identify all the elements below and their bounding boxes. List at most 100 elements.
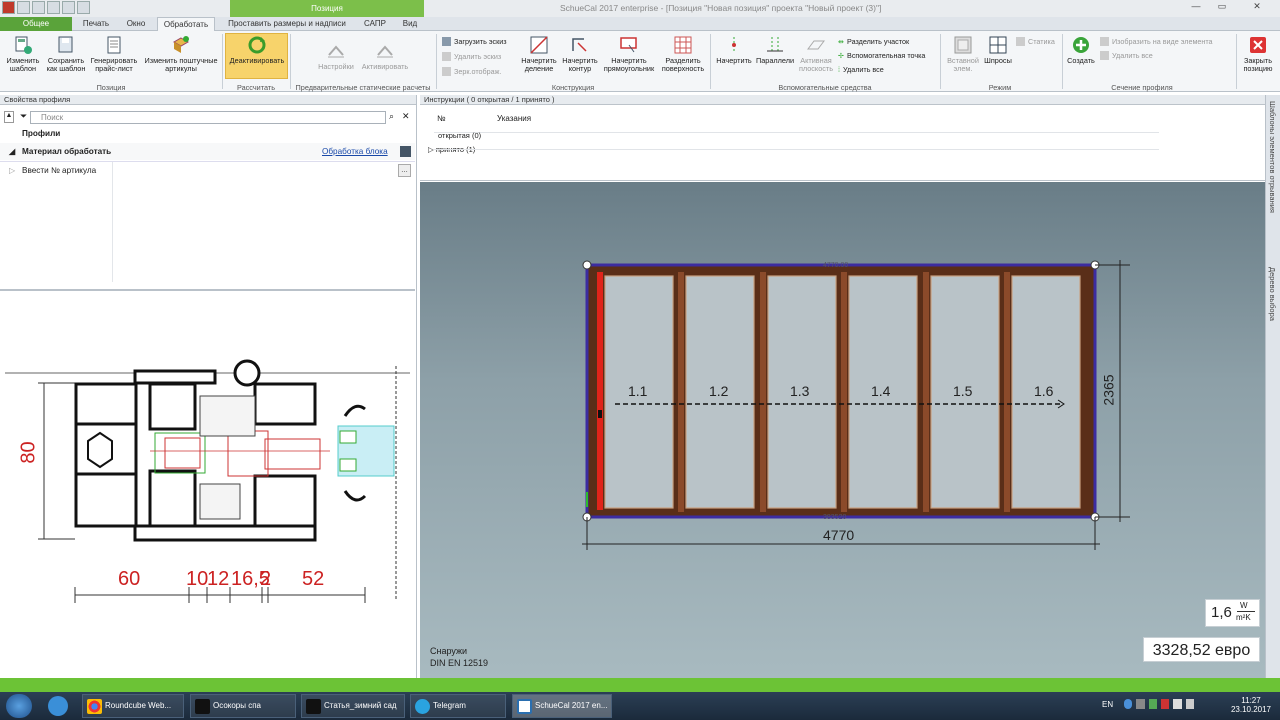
language-indicator[interactable]: EN [1102, 700, 1113, 709]
close-window-button[interactable]: ✕ [1236, 0, 1278, 12]
undo-icon[interactable] [32, 1, 45, 14]
height-dimension-canvas[interactable]: 2365 [1101, 374, 1117, 405]
delete-all-sections-button[interactable]: Удалить все [1100, 51, 1153, 60]
dropdown-icon[interactable] [77, 1, 90, 14]
delete-aux-icon: ⁞ [838, 65, 840, 74]
clock[interactable]: 11:27 23.10.2017 [1226, 696, 1276, 714]
block-icon[interactable] [400, 146, 411, 157]
settings-button[interactable]: Настройки [312, 41, 360, 71]
aux-point-button[interactable]: ✢ Вспомогательная точка [838, 51, 925, 60]
top-frame-label: 4770.00 [823, 262, 849, 269]
profiles-header: Профили [22, 129, 61, 138]
app-icon[interactable] [2, 1, 15, 14]
panel-label-4[interactable]: 1.4 [871, 383, 890, 399]
change-template-button[interactable]: Изменить шаблон [4, 35, 42, 73]
save-icon[interactable] [17, 1, 30, 14]
search-input[interactable]: Поиск [30, 111, 386, 124]
expand-article-icon[interactable]: ▷ [9, 162, 15, 179]
change-items-button[interactable]: Изменить поштучные артикулы [142, 35, 220, 73]
ie-icon[interactable] [48, 696, 68, 716]
divide-icon: ⇹ [838, 37, 845, 46]
load-sketch-button[interactable]: Загрузить эскиз [442, 37, 507, 46]
activate-button[interactable]: Активировать [358, 41, 412, 71]
network-icon[interactable] [1173, 699, 1182, 709]
close-position-button[interactable]: Закрыть позицию [1238, 35, 1278, 73]
parallel-button[interactable]: Параллели [754, 35, 796, 65]
draw-division-button[interactable]: Начертить деление [518, 35, 560, 73]
shprosy-button[interactable]: Шпросы [980, 35, 1016, 65]
taskbar-item-osokory[interactable]: Осокоры спа [190, 694, 296, 718]
tab-cad[interactable]: САПР [358, 17, 392, 31]
draw-contour-button[interactable]: Начертить контур [560, 35, 600, 73]
tray-icon-4[interactable] [1160, 699, 1170, 709]
tray-icon-2[interactable] [1136, 699, 1145, 709]
status-bar [0, 678, 1280, 692]
create-button[interactable]: Создать [1064, 35, 1098, 65]
template-icon [15, 36, 32, 54]
filter-icon[interactable]: ⏷ [20, 111, 27, 122]
sidebar-tab-templates[interactable]: Шаблоны элементов отрывания [1268, 101, 1277, 251]
expand-icon[interactable]: ◢ [9, 143, 15, 160]
taskbar-item-telegram[interactable]: Telegram [410, 694, 506, 718]
drawing-canvas[interactable]: 1.1 1.2 1.3 1.4 1.5 1.6 4770.00 383520 4… [420, 182, 1265, 680]
panel-label-2[interactable]: 1.2 [709, 383, 728, 399]
muntin-icon [989, 36, 1007, 54]
insert-elem-button[interactable]: Вставной элем. [944, 35, 982, 73]
save-template-button[interactable]: Сохранить как шаблон [44, 35, 88, 73]
volume-icon[interactable] [1185, 699, 1194, 709]
clear-search-icon[interactable]: ✕ [402, 111, 410, 122]
search-icon[interactable]: ⌕ [389, 111, 394, 122]
tray-icon-1[interactable] [1124, 699, 1133, 709]
start-button[interactable] [6, 694, 32, 718]
delete-all-aux-button[interactable]: ⁞ Удалить все [838, 65, 884, 74]
profile-section-svg [5, 359, 410, 603]
tab-process[interactable]: Обработать [157, 17, 215, 32]
delete-sketch-button[interactable]: Удалить эскиз [442, 52, 501, 61]
tab-print[interactable]: Печать [76, 17, 116, 31]
tab-view[interactable]: Вид [396, 17, 424, 31]
statika-button[interactable]: Статика [1016, 37, 1055, 46]
delete-sketch-icon [442, 52, 451, 61]
redo-icon[interactable] [47, 1, 60, 14]
sidebar-tab-tree[interactable]: Дерево выбора [1268, 267, 1277, 357]
divide-surface-button[interactable]: Разделить поверхность [658, 35, 708, 73]
window-title: SchueCal 2017 enterprise - [Позиция "Нов… [560, 3, 882, 13]
width-dimension[interactable]: 4770 [823, 527, 854, 543]
draw-division-icon [530, 36, 548, 54]
taskbar-item-article[interactable]: Статья_зимний сад [301, 694, 405, 718]
window-elevation-svg [582, 260, 1130, 550]
statika-icon [1016, 37, 1025, 46]
draw-rect-button[interactable]: Начертить прямоугольник [600, 35, 658, 73]
bottom-frame-label: 383520 [823, 514, 847, 521]
plane-icon [807, 40, 825, 50]
active-plane-button[interactable]: Активная плоскость [796, 35, 836, 73]
print-icon[interactable] [62, 1, 75, 14]
panel-label-6[interactable]: 1.6 [1034, 383, 1053, 399]
show-as-element-button[interactable]: Изобразить на виде элемента [1100, 37, 1213, 46]
panel-label-5[interactable]: 1.5 [953, 383, 972, 399]
minimize-button[interactable]: — [1184, 0, 1208, 12]
tray-icon-3[interactable] [1148, 699, 1157, 709]
tab-window[interactable]: Окно [118, 17, 154, 31]
panel-label-1[interactable]: 1.1 [628, 383, 647, 399]
taskbar-item-roundcube[interactable]: Roundcube Web... [82, 694, 184, 718]
generate-pricelist-button[interactable]: Генерировать прайс-лист [88, 35, 140, 73]
tab-general[interactable]: Общее [0, 17, 72, 31]
parallel-icon [767, 37, 783, 53]
divide-section-button[interactable]: ⇹ Разделить участок [838, 37, 909, 46]
block-processing-link[interactable]: Обработка блока [322, 143, 388, 160]
article-row[interactable]: ▷ Ввести № артикула … [0, 161, 415, 282]
panel-label-3[interactable]: 1.3 [790, 383, 809, 399]
tab-dimensions[interactable]: Проставить размеры и надписи [222, 17, 352, 31]
maximize-button[interactable]: ▭ [1210, 0, 1234, 12]
context-tab-label: Позиция [230, 0, 424, 17]
collapse-icon[interactable]: ▲ [4, 111, 14, 123]
draw-aux-button[interactable]: Начертить [714, 35, 754, 65]
mirror-button[interactable]: Зерк.отображ. [442, 67, 501, 76]
tray-icons [1124, 699, 1194, 711]
u-unit-bottom: m²K [1236, 613, 1251, 622]
browse-article-button[interactable]: … [398, 164, 411, 177]
open-group-row[interactable]: открытая (0) [438, 131, 481, 140]
taskbar-item-schuecal[interactable]: SchueCal 2017 en... [512, 694, 612, 718]
deactivate-button[interactable]: Деактивировать [226, 35, 288, 65]
